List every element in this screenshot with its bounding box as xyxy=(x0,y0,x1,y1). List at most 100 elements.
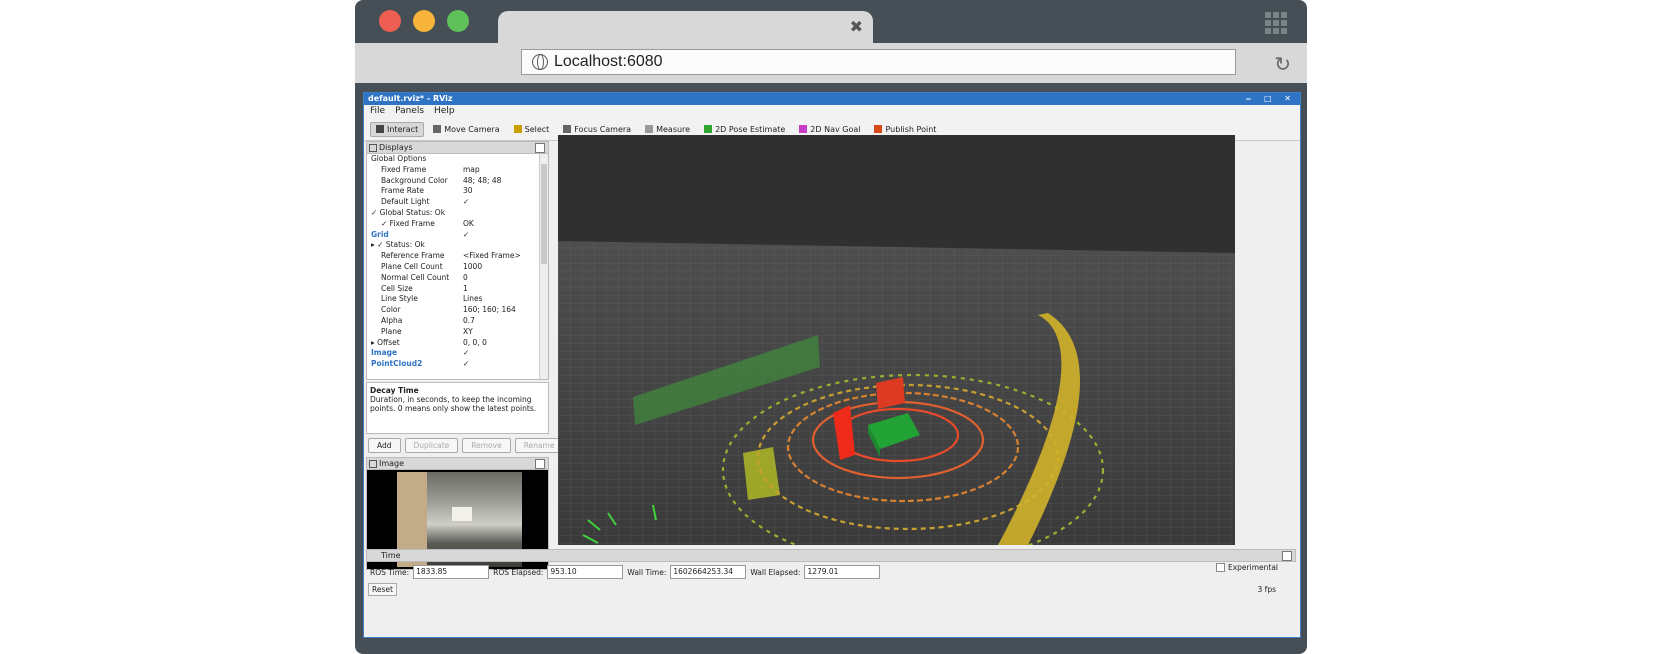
property-name: Global Options xyxy=(371,154,427,163)
property-value[interactable]: 0 xyxy=(463,273,468,284)
maximize-dot[interactable] xyxy=(447,10,469,32)
window-title: default.rviz* - RViz xyxy=(368,94,453,103)
display-property-row[interactable]: Default Light ✓ xyxy=(367,197,548,208)
property-name: Default Light xyxy=(381,197,430,207)
fps-readout: 3 fps xyxy=(1257,585,1276,594)
tool-label: Interact xyxy=(387,124,419,134)
browser-tab[interactable]: ✖ xyxy=(498,11,873,43)
display-property-row[interactable]: ▸ ✓ Status: Ok xyxy=(367,240,548,251)
minimize-dot[interactable] xyxy=(413,10,435,32)
address-bar[interactable]: Localhost:6080 xyxy=(521,49,1236,75)
property-name: ✓ Global Status: Ok xyxy=(371,207,446,217)
rviz-titlebar: default.rviz* - RViz ‒ □ ✕ xyxy=(364,93,1300,105)
apps-grid-icon[interactable] xyxy=(1265,12,1287,34)
display-property-row[interactable]: Global Options xyxy=(367,154,548,165)
display-property-row[interactable]: Grid ✓ xyxy=(367,230,548,241)
ros-time-field[interactable]: 1833.85 xyxy=(413,565,490,579)
display-property-row[interactable]: Fixed Frame map xyxy=(367,165,548,176)
display-property-row[interactable]: ✓ Global Status: Ok xyxy=(367,208,548,219)
property-value[interactable]: 1000 xyxy=(463,262,482,273)
rename-button[interactable]: Rename xyxy=(514,438,564,453)
3d-view[interactable] xyxy=(558,135,1235,545)
tool-interact[interactable]: Interact xyxy=(370,121,425,137)
duplicate-button[interactable]: Duplicate xyxy=(404,438,459,453)
time-panel: Time ROS Time: 1833.85 ROS Elapsed: 953.… xyxy=(366,549,1296,596)
property-value[interactable]: 160; 160; 164 xyxy=(463,305,516,316)
display-property-row[interactable]: Color 160; 160; 164 xyxy=(367,305,548,316)
tool-move-camera[interactable]: Move Camera xyxy=(428,123,504,136)
property-name: Frame Rate xyxy=(381,186,424,196)
tool-label: Focus Camera xyxy=(574,124,632,134)
display-property-row[interactable]: Plane XY xyxy=(367,327,548,338)
property-value[interactable]: OK xyxy=(463,219,474,230)
wall-elapsed-field[interactable]: 1279.01 xyxy=(804,565,881,579)
tool-label: 2D Nav Goal xyxy=(810,124,861,134)
ros-time-label: ROS Time: xyxy=(370,567,410,577)
display-buttons: Add Duplicate Remove Rename xyxy=(368,438,564,453)
menu-file[interactable]: File xyxy=(370,105,385,118)
reload-icon[interactable]: ↻ xyxy=(1274,52,1291,76)
nav-goal-icon xyxy=(799,125,808,133)
property-value[interactable]: 1 xyxy=(463,284,468,295)
experimental-toggle[interactable]: Experimental xyxy=(1215,563,1278,572)
wall-time-field[interactable]: 1602664253.34 xyxy=(670,565,747,579)
tool-label: Measure xyxy=(656,124,691,134)
tool-2d-pose-estimate[interactable]: 2D Pose Estimate xyxy=(699,123,790,136)
property-value[interactable]: XY xyxy=(463,327,473,338)
display-property-row[interactable]: ✓ Fixed Frame OK xyxy=(367,219,548,230)
property-name: Cell Size xyxy=(381,283,413,293)
tool-select[interactable]: Select xyxy=(509,123,555,136)
displays-scrollbar[interactable] xyxy=(539,154,548,379)
close-dot[interactable] xyxy=(379,10,401,32)
reset-button[interactable]: Reset xyxy=(368,583,397,596)
tool-focus-camera[interactable]: Focus Camera xyxy=(558,123,636,136)
tool-measure[interactable]: Measure xyxy=(640,123,695,136)
experimental-checkbox[interactable] xyxy=(1215,563,1225,572)
property-value[interactable]: ✓ xyxy=(463,197,469,208)
property-name: Image xyxy=(371,348,398,358)
ros-elapsed-field[interactable]: 953.10 xyxy=(547,565,624,579)
property-name: Plane Cell Count xyxy=(381,261,443,271)
property-value[interactable]: Lines xyxy=(463,294,483,305)
measure-icon xyxy=(645,125,654,133)
remove-button[interactable]: Remove xyxy=(462,438,511,453)
tool-publish-point[interactable]: Publish Point xyxy=(869,123,941,136)
property-value[interactable]: <Fixed Frame> xyxy=(463,251,521,262)
property-name: Grid xyxy=(371,229,389,239)
displays-tree: Global Options Fixed Frame map Background C… xyxy=(366,154,549,380)
tool-2d-nav-goal[interactable]: 2D Nav Goal xyxy=(794,123,865,136)
display-property-row[interactable]: Reference Frame <Fixed Frame> xyxy=(367,251,548,262)
property-value[interactable]: 0, 0, 0 xyxy=(463,338,487,349)
experimental-label: Experimental xyxy=(1227,563,1278,572)
window-controls[interactable]: ‒ □ ✕ xyxy=(1246,93,1296,105)
address-bar-strip: Localhost:6080 ↻ xyxy=(355,43,1307,83)
property-value[interactable]: 48; 48; 48 xyxy=(463,176,501,187)
property-value[interactable]: map xyxy=(463,165,480,176)
display-property-row[interactable]: Alpha 0.7 xyxy=(367,316,548,327)
display-property-row[interactable]: Frame Rate 30 xyxy=(367,186,548,197)
display-property-row[interactable]: Normal Cell Count 0 xyxy=(367,273,548,284)
property-name: Normal Cell Count xyxy=(381,272,450,282)
display-property-row[interactable]: Line Style Lines xyxy=(367,294,548,305)
tab-close-icon[interactable]: ✖ xyxy=(850,17,863,36)
menu-help[interactable]: Help xyxy=(434,105,455,118)
browser-window: ✖ Localhost:6080 ↻ default.rviz* - RViz … xyxy=(355,0,1307,654)
time-fields: ROS Time: 1833.85 ROS Elapsed: 953.10 Wa… xyxy=(366,562,1296,582)
display-property-row[interactable]: Background Color 48; 48; 48 xyxy=(367,176,548,187)
display-property-row[interactable]: ▸ Offset 0, 0, 0 xyxy=(367,338,548,349)
publish-point-icon xyxy=(874,125,883,133)
add-button[interactable]: Add xyxy=(368,438,401,453)
left-panels: Displays Global Options Fixed Frame map Bac… xyxy=(366,141,564,570)
display-property-row[interactable]: Image ✓ xyxy=(367,348,548,359)
property-value[interactable]: 30 xyxy=(463,186,473,197)
menu-panels[interactable]: Panels xyxy=(395,105,424,118)
3d-scene[interactable] xyxy=(558,135,1235,545)
display-property-row[interactable]: Plane Cell Count 1000 xyxy=(367,262,548,273)
property-value[interactable]: ✓ xyxy=(463,348,469,359)
display-property-row[interactable]: Cell Size 1 xyxy=(367,284,548,295)
property-name: Reference Frame xyxy=(381,251,445,261)
property-value[interactable]: 0.7 xyxy=(463,316,475,327)
display-property-row[interactable]: PointCloud2 ✓ xyxy=(367,359,548,370)
property-value[interactable]: ✓ xyxy=(463,230,469,241)
property-value[interactable]: ✓ xyxy=(463,359,469,370)
